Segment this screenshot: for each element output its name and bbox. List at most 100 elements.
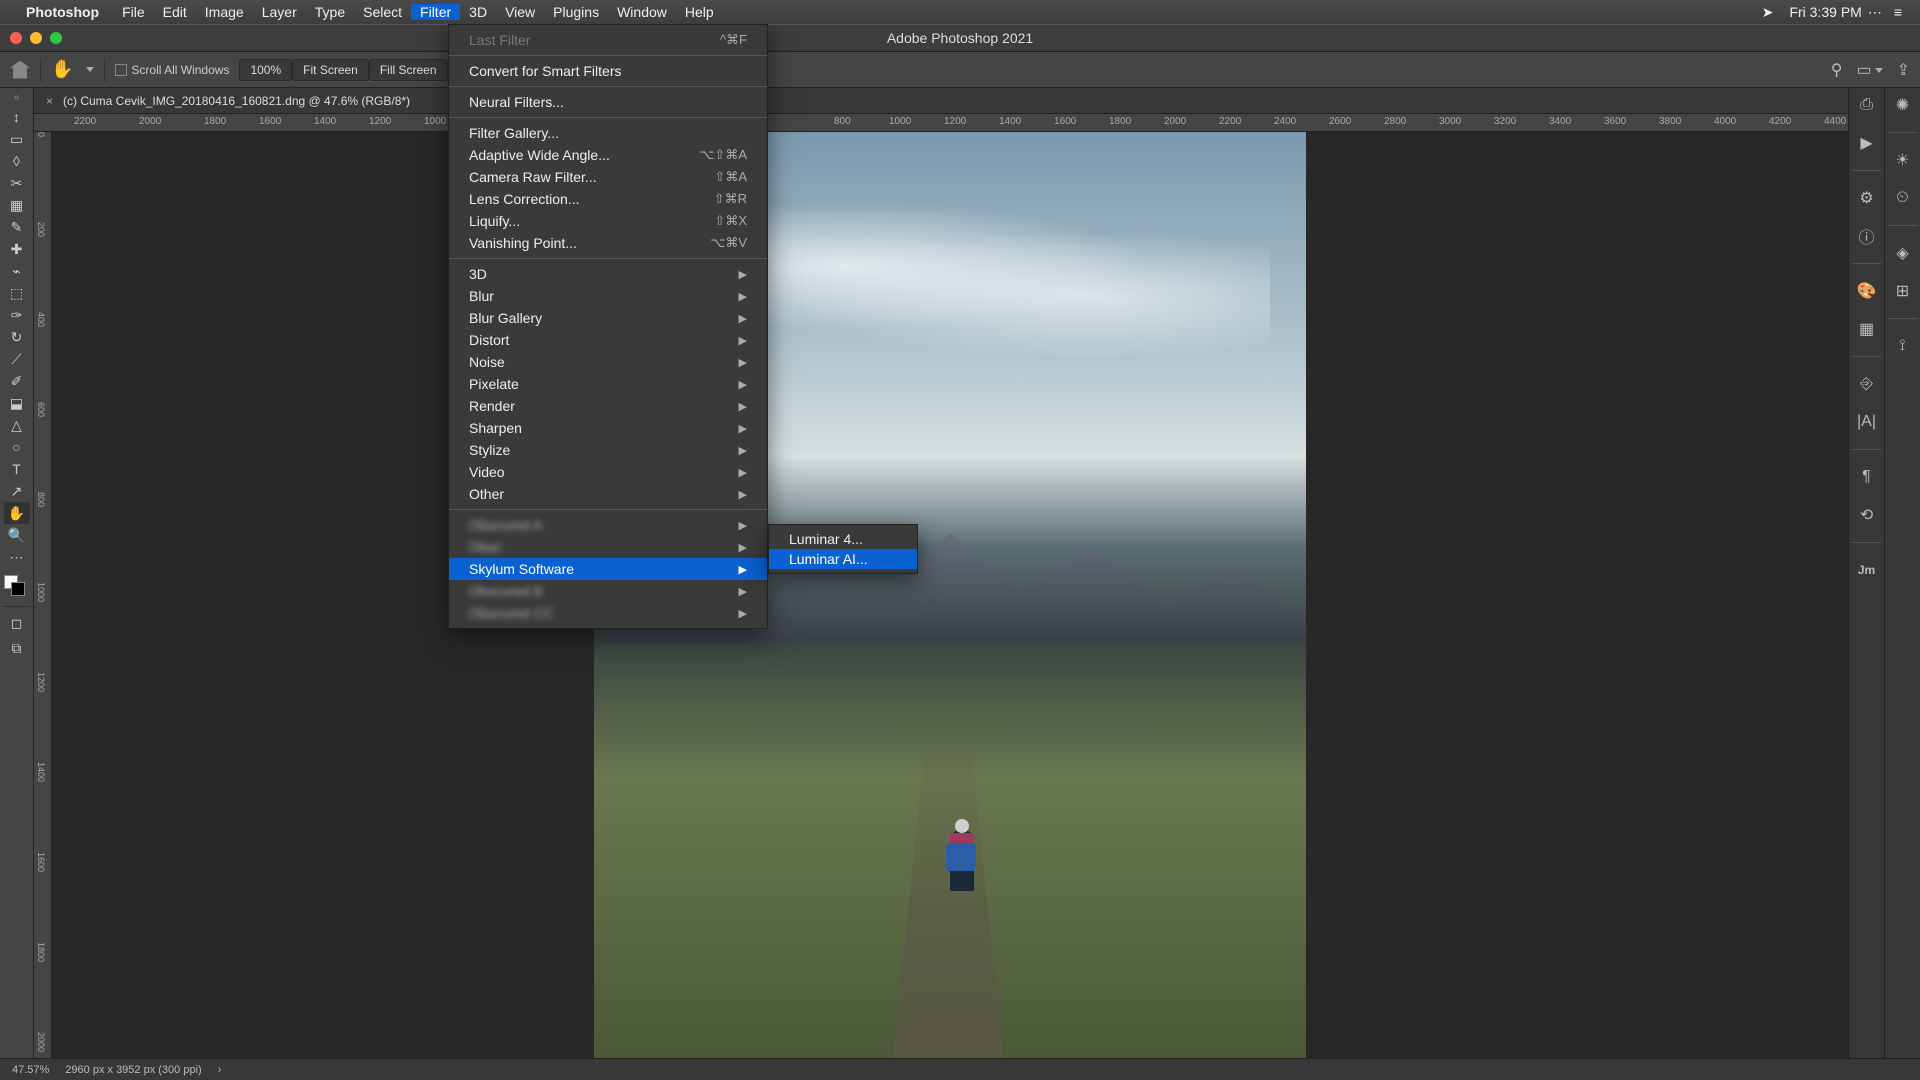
menu-item[interactable]: Distort▶: [449, 329, 767, 351]
menu-layer[interactable]: Layer: [253, 4, 306, 20]
panel-icon[interactable]: ⎙: [1856, 94, 1878, 116]
window-minimize-button[interactable]: [30, 32, 42, 44]
panel-icon[interactable]: ⟲: [1856, 504, 1878, 526]
panel-icon[interactable]: Jm: [1856, 559, 1878, 581]
tool-0[interactable]: ↕: [4, 106, 30, 128]
tool-11[interactable]: ⟋: [4, 348, 30, 370]
search-icon[interactable]: ⚲: [1831, 60, 1843, 80]
menu-window[interactable]: Window: [608, 4, 676, 20]
menu-item[interactable]: Blur▶: [449, 285, 767, 307]
tool-15[interactable]: ○: [4, 436, 30, 458]
tool-1[interactable]: ▭: [4, 128, 30, 150]
tool-16[interactable]: T: [4, 458, 30, 480]
tool-4[interactable]: ▦: [4, 194, 30, 216]
menu-icon[interactable]: ⋯: [1868, 4, 1882, 21]
menu-item[interactable]: Obscured CC▶: [449, 602, 767, 624]
panel-icon[interactable]: ◈: [1892, 242, 1914, 264]
tool-10[interactable]: ↻: [4, 326, 30, 348]
tool-18[interactable]: ✋: [4, 502, 30, 524]
panel-icon[interactable]: ▦: [1856, 318, 1878, 340]
menu-item[interactable]: Vanishing Point...⌥⌘V: [449, 232, 767, 254]
menu-select[interactable]: Select: [354, 4, 411, 20]
tool-12[interactable]: ✐: [4, 370, 30, 392]
submenu-item[interactable]: Luminar AI...: [769, 549, 917, 569]
home-icon[interactable]: [10, 61, 30, 79]
menu-item[interactable]: Render▶: [449, 395, 767, 417]
option-button[interactable]: 100%: [239, 59, 292, 81]
panel-icon[interactable]: ⊞: [1892, 280, 1914, 302]
workspace-icon[interactable]: ▭: [1856, 60, 1882, 80]
menu-3d[interactable]: 3D: [460, 4, 496, 20]
ruler-vertical[interactable]: 0200400600800100012001400160018002000: [34, 132, 52, 1058]
tool-5[interactable]: ✎: [4, 216, 30, 238]
menu-item[interactable]: Noise▶: [449, 351, 767, 373]
menu-view[interactable]: View: [496, 4, 544, 20]
menu-image[interactable]: Image: [196, 4, 253, 20]
menu-item[interactable]: Liquify...⇧⌘X: [449, 210, 767, 232]
panel-icon[interactable]: ⚙: [1856, 187, 1878, 209]
menu-item[interactable]: Sharpen▶: [449, 417, 767, 439]
menu-item[interactable]: Other▶: [449, 483, 767, 505]
menubar-clock[interactable]: Fri 3:39 PM: [1789, 4, 1861, 20]
doc-info[interactable]: 2960 px x 3952 px (300 ppi): [65, 1064, 201, 1076]
menu-item[interactable]: Camera Raw Filter...⇧⌘A: [449, 166, 767, 188]
submenu-item[interactable]: Luminar 4...: [769, 529, 917, 549]
tool-2[interactable]: ◊: [4, 150, 30, 172]
menu-item[interactable]: Blur Gallery▶: [449, 307, 767, 329]
window-close-button[interactable]: [10, 32, 22, 44]
panel-icon[interactable]: ✺: [1892, 94, 1914, 116]
tool-17[interactable]: ↗: [4, 480, 30, 502]
window-maximize-button[interactable]: [50, 32, 62, 44]
menu-item[interactable]: Skylum Software▶: [449, 558, 767, 580]
app-name[interactable]: Photoshop: [26, 4, 99, 20]
quickmask-icon[interactable]: ◻: [4, 612, 30, 634]
tool-8[interactable]: ⬚: [4, 282, 30, 304]
menu-item[interactable]: Neural Filters...: [449, 91, 767, 113]
panel-icon[interactable]: ☀: [1892, 149, 1914, 171]
menu-item[interactable]: 3D▶: [449, 263, 767, 285]
tool-6[interactable]: ✚: [4, 238, 30, 260]
tool-19[interactable]: 🔍: [4, 524, 30, 546]
document-tab[interactable]: × (c) Cuma Cevik_IMG_20180416_160821.dng…: [34, 88, 1848, 114]
panel-icon[interactable]: 🎨: [1856, 280, 1878, 302]
ruler-horizontal[interactable]: 2200200018001600140012001000800800100012…: [34, 114, 1848, 132]
list-icon[interactable]: ≡: [1894, 4, 1902, 20]
panel-icon[interactable]: ⟟: [1892, 335, 1914, 357]
menu-item[interactable]: Video▶: [449, 461, 767, 483]
menu-filter[interactable]: Filter: [411, 4, 460, 20]
status-icon[interactable]: ➤: [1762, 4, 1774, 21]
screenmode-icon[interactable]: ⧉: [4, 637, 30, 659]
tool-13[interactable]: ⬓: [4, 392, 30, 414]
tool-3[interactable]: ✂: [4, 172, 30, 194]
menu-item[interactable]: Lens Correction...⇧⌘R: [449, 188, 767, 210]
panel-icon[interactable]: ⏲: [1892, 187, 1914, 209]
tool-20[interactable]: ⋯: [4, 546, 30, 568]
panel-icon[interactable]: ⎆: [1856, 373, 1878, 395]
zoom-level[interactable]: 47.57%: [12, 1064, 49, 1076]
tab-close-icon[interactable]: ×: [46, 94, 53, 108]
menu-plugins[interactable]: Plugins: [544, 4, 608, 20]
menu-item[interactable]: Obscured A▶: [449, 514, 767, 536]
panel-icon[interactable]: |A|: [1856, 411, 1878, 433]
tool-14[interactable]: △: [4, 414, 30, 436]
menu-help[interactable]: Help: [676, 4, 723, 20]
option-button[interactable]: Fill Screen: [369, 59, 448, 81]
color-swatches[interactable]: [4, 575, 30, 601]
menu-item[interactable]: Pixelate▶: [449, 373, 767, 395]
menu-item[interactable]: Stylize▶: [449, 439, 767, 461]
menu-item[interactable]: Convert for Smart Filters: [449, 60, 767, 82]
share-icon[interactable]: ⇪: [1897, 60, 1910, 80]
menu-item[interactable]: Adaptive Wide Angle...⌥⇧⌘A: [449, 144, 767, 166]
menu-edit[interactable]: Edit: [154, 4, 196, 20]
menu-file[interactable]: File: [113, 4, 154, 20]
info-arrow-icon[interactable]: ›: [218, 1064, 222, 1076]
menu-item[interactable]: Filter Gallery...: [449, 122, 767, 144]
tool-9[interactable]: ✑: [4, 304, 30, 326]
menu-item[interactable]: Obsc▶: [449, 536, 767, 558]
menu-item[interactable]: Obscured B▶: [449, 580, 767, 602]
option-button[interactable]: Fit Screen: [292, 59, 369, 81]
tool-7[interactable]: ⌁: [4, 260, 30, 282]
scroll-all-checkbox[interactable]: Scroll All Windows: [115, 63, 229, 77]
hand-tool-icon[interactable]: ✋: [51, 59, 73, 80]
menu-type[interactable]: Type: [306, 4, 354, 20]
